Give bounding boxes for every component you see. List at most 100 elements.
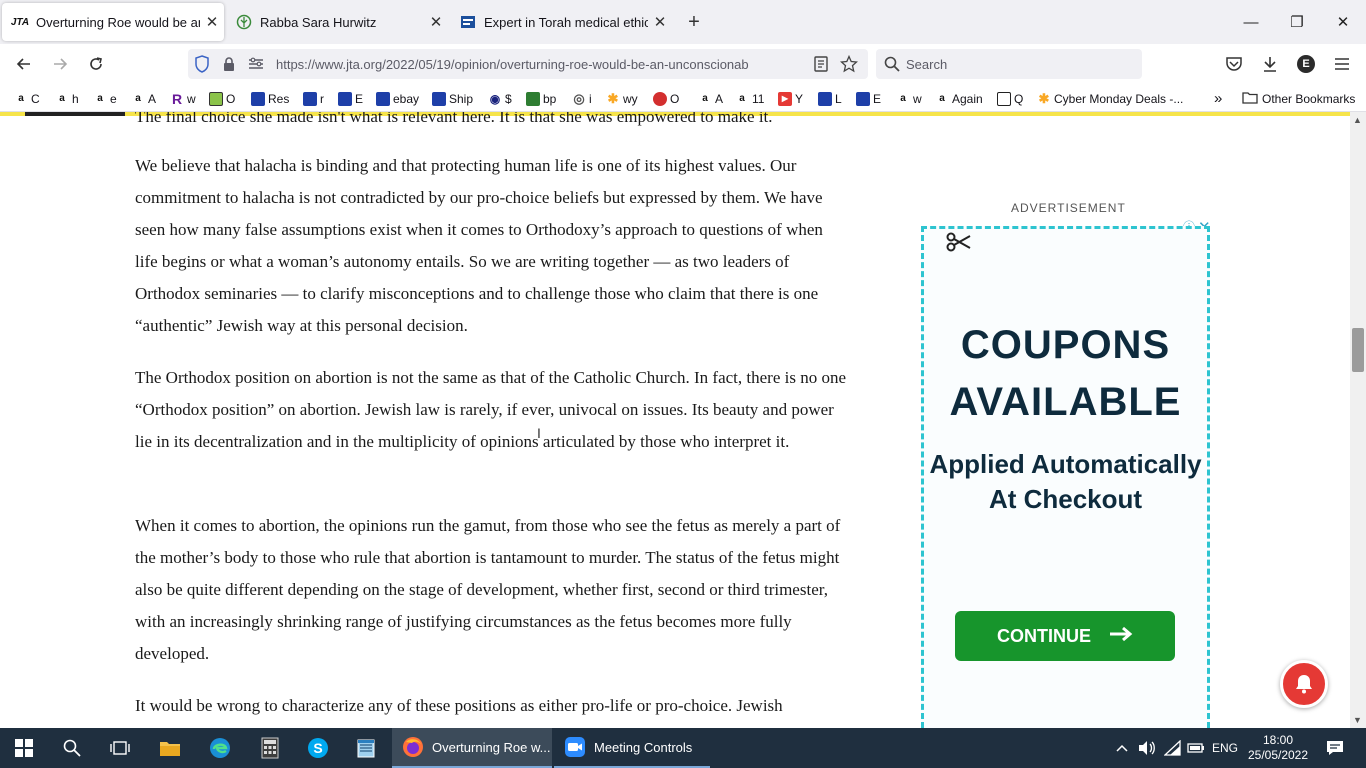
clock[interactable]: 18:00 25/05/2022	[1244, 728, 1312, 768]
notepad-icon	[357, 739, 375, 758]
article-paragraph: When it comes to abortion, the opinions …	[135, 516, 841, 663]
bookmark-item[interactable]: E	[856, 90, 881, 107]
forward-button[interactable]	[46, 50, 74, 78]
search-button[interactable]	[48, 728, 96, 768]
tab-jta[interactable]: JTA Overturning Roe would be an u ✕	[2, 3, 224, 41]
ad-continue-button[interactable]: CONTINUE	[955, 611, 1175, 661]
bookmark-item[interactable]: a 11	[735, 90, 764, 107]
account-button[interactable]: E	[1292, 50, 1320, 78]
bookmark-label: r	[320, 91, 324, 106]
edge-icon	[210, 738, 230, 758]
taskbar-app-firefox[interactable]: Overturning Roe w...	[392, 728, 552, 768]
bookmark-item[interactable]: ✱ wy	[606, 90, 638, 107]
minimize-button[interactable]: —	[1228, 0, 1274, 44]
bookmark-item[interactable]: Q	[997, 90, 1023, 107]
bookmark-item[interactable]: O	[653, 90, 679, 107]
bookmark-item[interactable]: a Again	[935, 90, 982, 107]
url-text: https://www.jta.org/2022/05/19/opinion/o…	[276, 57, 749, 72]
taskbar-app-label: Meeting Controls	[594, 739, 693, 755]
show-hidden-icons-button[interactable]	[1112, 728, 1132, 768]
bookmark-item[interactable]: ◉ $	[488, 90, 512, 107]
bookmark-item[interactable]: ah	[55, 90, 78, 107]
lock-icon[interactable]	[222, 56, 236, 77]
close-window-button[interactable]: ✕	[1320, 0, 1366, 44]
tab-expert-in-torah[interactable]: Expert in Torah medical ethics: ✕	[450, 3, 672, 41]
scroll-up-icon[interactable]: ▲	[1353, 115, 1362, 125]
bookmark-item[interactable]: ae	[93, 90, 116, 107]
reload-button[interactable]	[82, 50, 110, 78]
task-view-icon	[110, 741, 130, 755]
network-button[interactable]	[1162, 728, 1184, 768]
bookmark-star-icon[interactable]	[839, 54, 859, 78]
bookmark-item[interactable]: O	[209, 90, 235, 107]
bookmark-label: $	[505, 91, 512, 106]
bookmark-item[interactable]: Res	[251, 90, 289, 107]
notepad-button[interactable]	[342, 728, 390, 768]
bookmark-item[interactable]: aA	[698, 90, 723, 107]
bookmark-item[interactable]: ◎ i	[572, 90, 591, 107]
shopping-bag-icon	[376, 91, 390, 106]
page-scrollbar[interactable]: ▲ ▼	[1350, 112, 1366, 728]
article-paragraph: It would be wrong to characterize any of…	[135, 696, 783, 715]
back-button[interactable]	[10, 50, 38, 78]
svg-text:S: S	[313, 740, 322, 756]
bookmark-item[interactable]: r	[303, 90, 324, 107]
bookmark-label: Ship	[449, 91, 474, 106]
edge-button[interactable]	[196, 728, 244, 768]
chevron-up-icon	[1116, 744, 1128, 752]
scroll-down-icon[interactable]: ▼	[1353, 715, 1362, 725]
taskbar-app-meeting-controls[interactable]: Meeting Controls	[554, 728, 710, 768]
new-tab-button[interactable]: +	[682, 10, 706, 34]
calculator-button[interactable]	[246, 728, 294, 768]
close-tab-icon[interactable]: ✕	[200, 13, 224, 31]
file-explorer-button[interactable]	[146, 728, 194, 768]
folder-icon	[1242, 91, 1258, 107]
permissions-icon[interactable]	[248, 57, 264, 76]
tracking-protection-shield-icon[interactable]	[194, 55, 210, 78]
article-paragraph-partial: The final choice she made isn't what is …	[135, 112, 773, 126]
ad-headline: COUPONS AVAILABLE	[949, 323, 1182, 424]
article-paragraph: We believe that halacha is binding and t…	[135, 156, 823, 335]
task-view-button[interactable]	[96, 728, 144, 768]
notifications-icon	[1327, 741, 1343, 755]
bookmark-item[interactable]: E	[338, 90, 363, 107]
amazon-icon: a	[97, 93, 103, 104]
other-bookmarks-folder[interactable]: Other Bookmarks	[1242, 90, 1355, 107]
navigation-toolbar: https://www.jta.org/2022/05/19/opinion/o…	[0, 44, 1366, 84]
start-button[interactable]	[0, 728, 48, 768]
skype-button[interactable]: S	[294, 728, 342, 768]
scrollbar-thumb[interactable]	[1352, 328, 1364, 372]
bookmark-item[interactable]: aw	[896, 90, 922, 107]
bookmark-item[interactable]: L	[818, 90, 842, 107]
address-bar[interactable]: https://www.jta.org/2022/05/19/opinion/o…	[188, 49, 868, 79]
notification-bell-button[interactable]	[1280, 660, 1328, 708]
downloads-button[interactable]	[1256, 50, 1284, 78]
reader-view-icon[interactable]	[814, 56, 828, 77]
menu-button[interactable]	[1328, 50, 1356, 78]
bookmark-item[interactable]: ▶ Y	[778, 90, 803, 107]
search-box[interactable]: Search	[876, 49, 1142, 79]
jta-favicon-icon: JTA	[10, 16, 30, 28]
bookmark-item[interactable]: aC	[14, 90, 39, 107]
bookmark-item[interactable]: Ship	[432, 90, 473, 107]
action-center-button[interactable]	[1318, 728, 1352, 768]
restore-button[interactable]: ❐	[1274, 0, 1320, 44]
pocket-button[interactable]	[1220, 50, 1248, 78]
bookmark-item[interactable]: ✱ Cyber Monday Deals -...	[1037, 90, 1184, 107]
bookmark-label: O	[670, 91, 680, 106]
volume-button[interactable]	[1136, 728, 1158, 768]
tab-rabba-sara-hurwitz[interactable]: Rabba Sara Hurwitz ✕	[226, 3, 448, 41]
bookmarks-overflow-button[interactable]: »	[1214, 90, 1222, 107]
battery-button[interactable]	[1186, 728, 1206, 768]
bookmark-item[interactable]: ebay	[376, 90, 419, 107]
bookmark-item[interactable]: Rw	[170, 90, 196, 107]
folder-icon	[160, 742, 180, 756]
bookmark-label: w	[913, 91, 922, 106]
coupon-advertisement[interactable]: COUPONS AVAILABLE Applied Automatically …	[921, 226, 1210, 728]
bookmark-item[interactable]: bp	[526, 90, 556, 107]
tab-strip: JTA Overturning Roe would be an u ✕ Rabb…	[0, 0, 1366, 44]
close-tab-icon[interactable]: ✕	[648, 13, 672, 31]
input-language-indicator[interactable]: ENG	[1208, 728, 1242, 768]
bookmark-item[interactable]: aA	[131, 90, 156, 107]
close-tab-icon[interactable]: ✕	[424, 13, 448, 31]
